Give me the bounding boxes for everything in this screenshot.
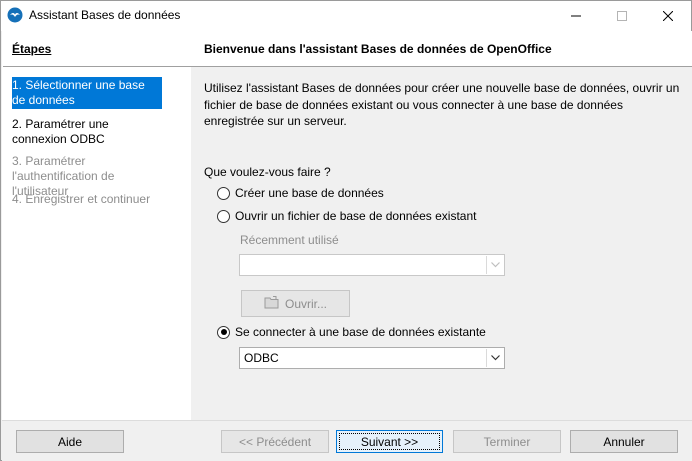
open-file-button[interactable]: Ouvrir... [241,290,350,317]
cancel-button[interactable]: Annuler [570,430,678,453]
wizard-description: Utilisez l'assistant Bases de données po… [204,81,680,128]
open-database-option[interactable]: Ouvrir un fichier de base de données exi… [217,209,476,223]
close-button[interactable] [645,1,691,30]
connect-database-radio[interactable] [217,325,230,339]
step-select-database[interactable]: 1. Sélectionner une base de données [12,77,162,109]
steps-panel: Étapes 1. Sélectionner une base de donné… [2,31,191,420]
openoffice-gull-icon [7,7,23,23]
minimize-button[interactable] [553,1,599,30]
maximize-button[interactable] [599,1,645,30]
close-icon [663,10,673,21]
next-button[interactable]: Suivant >> [336,430,443,453]
finish-button: Terminer [453,430,561,453]
button-bar: Aide << Précédent Suivant >> Terminer An… [2,420,692,461]
minimize-icon [571,15,581,16]
question-label: Que voulez-vous faire ? [204,165,331,179]
maximize-icon [617,10,627,21]
create-database-option[interactable]: Créer une base de données [217,186,384,200]
connection-type-value: ODBC [244,351,279,365]
window-title: Assistant Bases de données [29,8,181,22]
create-database-radio[interactable] [217,186,230,200]
step-save-and-continue: 4. Enregistrer et continuer [12,192,151,206]
chevron-down-icon [486,349,503,367]
chevron-down-icon [486,256,503,274]
open-file-label: Ouvrir... [284,296,327,311]
connect-database-option[interactable]: Se connecter à une base de données exist… [217,325,486,339]
connect-database-label: Se connecter à une base de données exist… [235,325,486,339]
open-database-radio[interactable] [217,209,230,223]
title-bar: Assistant Bases de données [1,1,691,31]
create-database-label: Créer une base de données [235,186,384,200]
connection-type-dropdown[interactable]: ODBC [239,347,505,369]
back-button: << Précédent [221,430,329,453]
recent-files-label: Récemment utilisé [240,233,339,247]
content-header: Bienvenue dans l'assistant Bases de donn… [191,31,692,67]
database-wizard-window: Assistant Bases de données Étapes 1. Sél… [0,0,692,461]
help-button[interactable]: Aide [16,430,124,453]
wizard-content: Bienvenue dans l'assistant Bases de donn… [191,31,692,420]
page-title: Bienvenue dans l'assistant Bases de donn… [204,42,552,56]
open-folder-icon [264,295,280,312]
steps-divider [3,66,191,67]
step-configure-odbc[interactable]: 2. Paramétrer une connexion ODBC [12,116,162,148]
recent-files-dropdown[interactable] [239,254,505,276]
open-database-label: Ouvrir un fichier de base de données exi… [235,209,477,223]
steps-heading: Étapes [12,42,52,56]
